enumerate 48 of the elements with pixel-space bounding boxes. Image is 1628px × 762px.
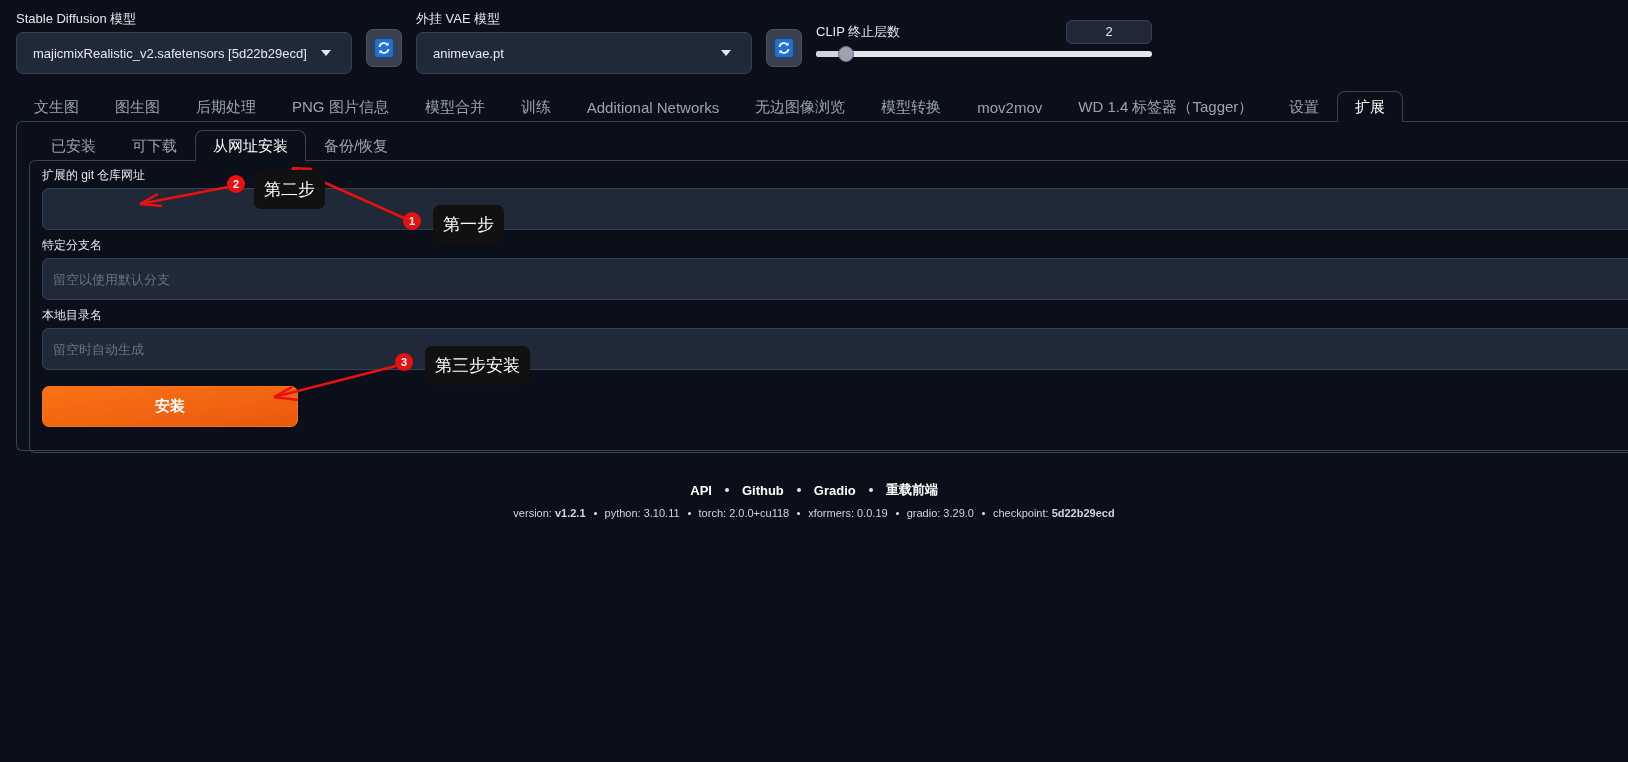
main-tab[interactable]: 模型合并 bbox=[406, 91, 503, 122]
slider-label: CLIP 终止层数 bbox=[816, 23, 901, 41]
footer-link[interactable]: Gradio bbox=[813, 482, 856, 498]
dropdown-label: 外挂 VAE 模型 bbox=[416, 10, 502, 28]
caret-icon bbox=[721, 50, 731, 56]
main-tab[interactable]: 模型转换 bbox=[863, 91, 960, 122]
main-tab[interactable]: 训练 bbox=[502, 91, 569, 122]
main-tab[interactable]: 后期处理 bbox=[178, 91, 274, 122]
field-label: 本地目录名 bbox=[42, 307, 103, 324]
sub-tab[interactable]: 可下载 bbox=[114, 130, 195, 161]
sub-tab[interactable]: 已安装 bbox=[33, 130, 114, 161]
step-callout: 第二步 bbox=[254, 170, 325, 209]
number-input[interactable]: 2 bbox=[1066, 20, 1152, 44]
footer-link[interactable]: Github bbox=[741, 482, 784, 498]
field-label: 特定分支名 bbox=[42, 237, 103, 254]
refresh-icon bbox=[775, 39, 793, 57]
main-tab[interactable]: 图生图 bbox=[97, 91, 178, 122]
text-field[interactable]: 留空以使用默认分支 bbox=[42, 258, 1628, 300]
main-tab[interactable]: mov2mov bbox=[959, 91, 1061, 122]
main-tab[interactable]: 设置 bbox=[1271, 91, 1338, 122]
main-tab[interactable]: 扩展 bbox=[1337, 91, 1404, 122]
refresh-icon bbox=[375, 39, 393, 57]
dropdown-label: Stable Diffusion 模型 bbox=[16, 10, 138, 28]
refresh-button[interactable] bbox=[766, 29, 802, 67]
version-info: version: v1.2.1 bbox=[513, 507, 586, 519]
main-tab[interactable]: 无边图像浏览 bbox=[737, 91, 864, 122]
version-info: python: 3.10.11 bbox=[604, 507, 680, 519]
main-tab[interactable]: Additional Networks bbox=[568, 91, 738, 122]
version-info: gradio: 3.29.0 bbox=[906, 507, 974, 519]
refresh-button[interactable] bbox=[366, 29, 402, 67]
footer-link[interactable]: API bbox=[690, 482, 712, 498]
model-dropdown[interactable]: majicmixRealistic_v2.safetensors [5d22b29ecd] bbox=[16, 32, 352, 74]
main-tab[interactable]: PNG 图片信息 bbox=[274, 91, 407, 122]
caret-icon bbox=[321, 50, 331, 56]
version-info: xformers: 0.0.19 bbox=[808, 507, 888, 519]
main-tab[interactable]: 文生图 bbox=[16, 91, 97, 122]
step-callout: 第一步 bbox=[433, 205, 504, 244]
model-dropdown[interactable]: animevae.pt bbox=[416, 32, 752, 74]
step-badge: 2 bbox=[227, 175, 245, 193]
step-callout: 第三步安装 bbox=[425, 346, 530, 385]
main-tab[interactable]: WD 1.4 标签器（Tagger） bbox=[1060, 91, 1272, 122]
version-info: torch: 2.0.0+cu118 bbox=[698, 507, 790, 519]
slider-thumb[interactable] bbox=[838, 46, 855, 62]
clip-slider[interactable] bbox=[816, 46, 1152, 62]
sub-tab[interactable]: 备份/恢复 bbox=[306, 130, 407, 161]
version-info: checkpoint: 5d22b29ecd bbox=[992, 507, 1115, 519]
footer-link[interactable]: 重载前端 bbox=[885, 481, 938, 499]
sub-tab[interactable]: 从网址安装 bbox=[195, 130, 306, 161]
